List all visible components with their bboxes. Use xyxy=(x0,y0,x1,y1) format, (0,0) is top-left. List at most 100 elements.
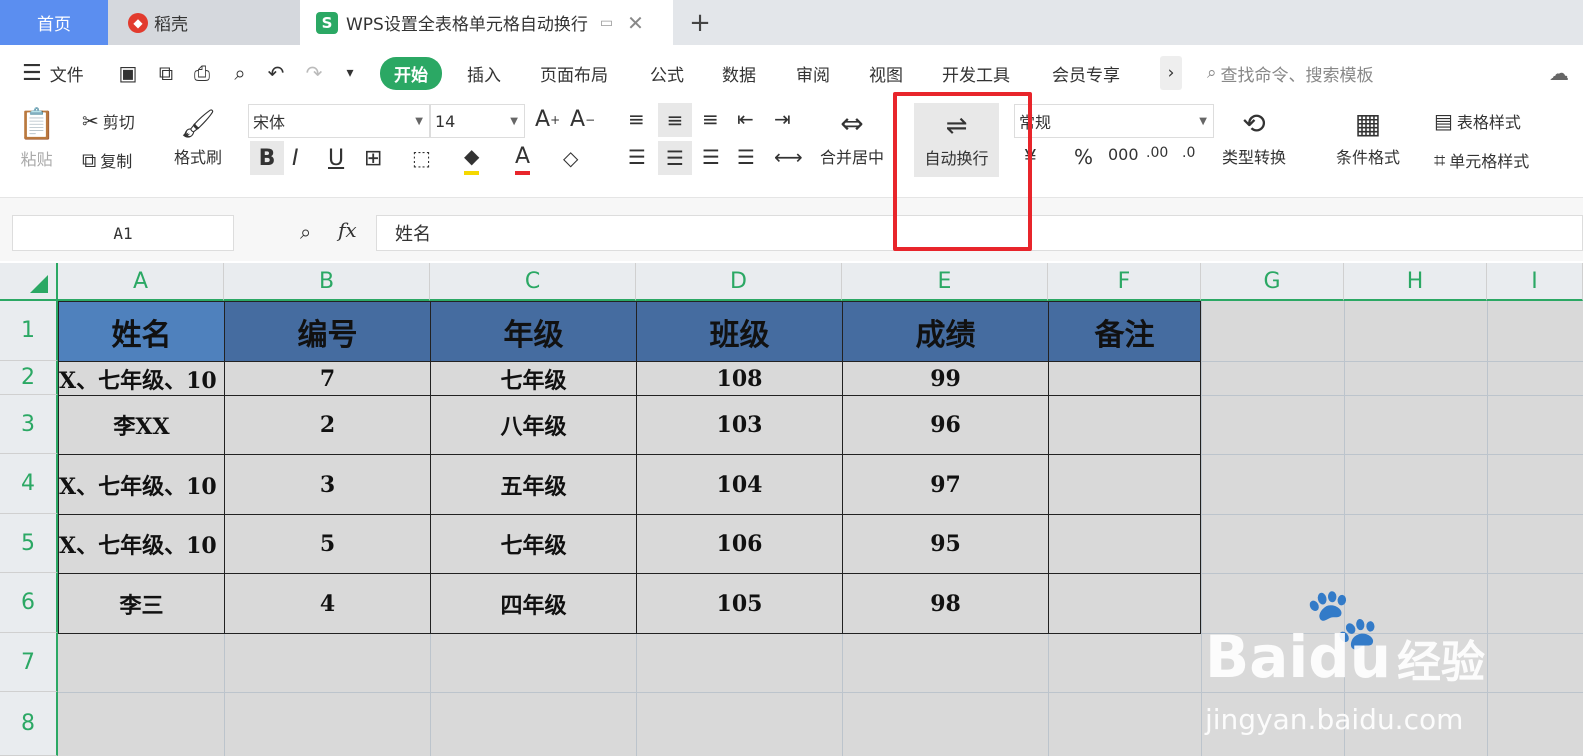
table-cell[interactable]: 97 xyxy=(842,454,1049,515)
row-header-5[interactable]: 5 xyxy=(0,514,58,573)
column-header-f[interactable]: F xyxy=(1048,263,1201,301)
column-header-d[interactable]: D xyxy=(636,263,842,301)
table-cell[interactable]: 2 xyxy=(224,395,431,455)
table-cell[interactable]: 3 xyxy=(224,454,431,515)
menu-item-data[interactable]: 数据 xyxy=(722,45,756,101)
row-header-8[interactable]: 8 xyxy=(0,692,58,756)
decrease-decimal-icon[interactable]: .0 xyxy=(1182,145,1195,161)
table-cell[interactable] xyxy=(1048,395,1201,455)
export-icon[interactable]: ⧉ xyxy=(152,59,180,87)
row-header-2[interactable]: 2 xyxy=(0,361,58,395)
thousands-icon[interactable]: 000 xyxy=(1108,145,1139,164)
table-cell[interactable]: 108 xyxy=(636,361,843,396)
row-header-1[interactable]: 1 xyxy=(0,301,58,361)
underline-icon[interactable]: U xyxy=(328,141,344,175)
table-cell[interactable]: 104 xyxy=(636,454,843,515)
menu-item-review[interactable]: 审阅 xyxy=(796,45,830,101)
column-header-h[interactable]: H xyxy=(1344,263,1487,301)
table-cell[interactable]: 五年级 xyxy=(430,454,637,515)
percent-icon[interactable]: % xyxy=(1074,145,1093,169)
row-header-3[interactable]: 3 xyxy=(0,395,58,454)
table-style-button[interactable]: ▤ 表格样式 xyxy=(1434,109,1521,133)
align-middle-icon[interactable]: ≡ xyxy=(658,103,692,137)
save-icon[interactable]: ▣ xyxy=(114,59,142,87)
increase-decimal-icon[interactable]: .00 xyxy=(1146,145,1168,161)
search-box[interactable]: ⌕ 查找命令、搜索模板 xyxy=(1207,45,1374,101)
fx-icon[interactable]: fx xyxy=(338,218,357,242)
header-cell-class[interactable]: 班级 xyxy=(636,301,843,362)
column-header-b[interactable]: B xyxy=(224,263,430,301)
row-header-4[interactable]: 4 xyxy=(0,454,58,514)
menu-more-button[interactable]: › xyxy=(1160,56,1182,90)
table-cell[interactable]: 106 xyxy=(636,514,843,574)
table-cell[interactable]: 99 xyxy=(842,361,1049,396)
number-format-select[interactable]: 常规 ▼ xyxy=(1014,104,1214,138)
column-header-c[interactable]: C xyxy=(430,263,636,301)
eraser-icon[interactable]: ◇ xyxy=(563,141,578,175)
border-icon[interactable]: ⊞ xyxy=(364,141,382,175)
increase-font-icon[interactable]: A + xyxy=(535,107,560,132)
screen-icon[interactable]: ▭ xyxy=(600,15,613,31)
fill-color-icon[interactable]: ◆ xyxy=(464,141,480,175)
font-size-select[interactable]: 14 ▼ xyxy=(430,104,525,138)
table-cell[interactable]: X、七年级、10 xyxy=(58,454,225,515)
header-cell-name[interactable]: 姓名 xyxy=(58,301,225,362)
table-cell[interactable]: 105 xyxy=(636,573,843,634)
align-left-icon[interactable]: ☰ xyxy=(628,145,646,169)
redo-icon[interactable]: ↷ xyxy=(300,59,328,87)
merge-center-button[interactable]: ⇔ 合并居中 xyxy=(820,107,884,168)
table-cell[interactable] xyxy=(1048,514,1201,574)
menu-item-member[interactable]: 会员专享 xyxy=(1052,45,1120,101)
header-cell-score[interactable]: 成绩 xyxy=(842,301,1049,362)
column-header-g[interactable]: G xyxy=(1201,263,1344,301)
table-cell[interactable]: 4 xyxy=(224,573,431,634)
tab-home[interactable]: 首页 xyxy=(0,0,108,45)
diagonal-border-icon[interactable]: ⬚ xyxy=(412,141,431,175)
table-cell[interactable] xyxy=(1048,454,1201,515)
bold-icon[interactable]: B xyxy=(250,141,284,175)
column-header-i[interactable]: I xyxy=(1487,263,1583,301)
distributed-icon[interactable]: ⟷ xyxy=(774,145,803,169)
table-cell[interactable]: 七年级 xyxy=(430,361,637,396)
font-name-select[interactable]: 宋体 ▼ xyxy=(248,104,430,138)
copy-button[interactable]: ⧉ 复制 xyxy=(82,148,132,172)
column-header-e[interactable]: E xyxy=(842,263,1048,301)
table-cell[interactable]: X、七年级、10 xyxy=(58,361,225,396)
conditional-format-button[interactable]: ▦ 条件格式 xyxy=(1336,107,1400,168)
table-cell[interactable]: 5 xyxy=(224,514,431,574)
table-cell[interactable]: 7 xyxy=(224,361,431,396)
type-convert-button[interactable]: ⟲ 类型转换 xyxy=(1222,107,1286,168)
font-color-icon[interactable]: A xyxy=(515,141,531,175)
tab-document[interactable]: S WPS设置全表格单元格自动换行 ▭ ✕ xyxy=(300,0,673,45)
align-right-icon[interactable]: ☰ xyxy=(702,145,720,169)
align-center-icon[interactable]: ☰ xyxy=(658,141,692,175)
header-cell-grade[interactable]: 年级 xyxy=(430,301,637,362)
menu-item-page-layout[interactable]: 页面布局 xyxy=(540,45,608,101)
menu-item-formula[interactable]: 公式 xyxy=(650,45,684,101)
table-cell[interactable]: 李三 xyxy=(58,573,225,634)
align-top-icon[interactable]: ≡ xyxy=(628,107,645,131)
indent-increase-icon[interactable]: ⇥ xyxy=(774,107,791,131)
file-menu[interactable]: ☰ 文件 xyxy=(22,45,84,101)
column-header-a[interactable]: A xyxy=(58,263,224,301)
cell-style-button[interactable]: ⌗ 单元格样式 xyxy=(1434,148,1529,172)
select-all-corner[interactable] xyxy=(0,263,58,301)
zoom-icon[interactable]: ⌕ xyxy=(300,220,311,244)
table-cell[interactable]: 七年级 xyxy=(430,514,637,574)
italic-icon[interactable]: I xyxy=(292,141,299,175)
menu-item-insert[interactable]: 插入 xyxy=(467,45,501,101)
table-cell[interactable]: 95 xyxy=(842,514,1049,574)
header-cell-number[interactable]: 编号 xyxy=(224,301,431,362)
table-cell[interactable]: 103 xyxy=(636,395,843,455)
name-box[interactable]: A1 xyxy=(12,215,234,251)
cut-button[interactable]: ✂ 剪切 xyxy=(82,109,135,133)
table-cell[interactable]: 96 xyxy=(842,395,1049,455)
table-cell[interactable] xyxy=(1048,361,1201,396)
chevron-down-icon[interactable]: ▾ xyxy=(336,59,364,87)
row-header-6[interactable]: 6 xyxy=(0,573,58,633)
undo-icon[interactable]: ↶ xyxy=(262,59,290,87)
decrease-font-icon[interactable]: A − xyxy=(570,107,595,132)
cloud-icon[interactable]: ☁ xyxy=(1545,59,1573,87)
align-bottom-icon[interactable]: ≡ xyxy=(702,107,719,131)
header-cell-note[interactable]: 备注 xyxy=(1048,301,1201,362)
